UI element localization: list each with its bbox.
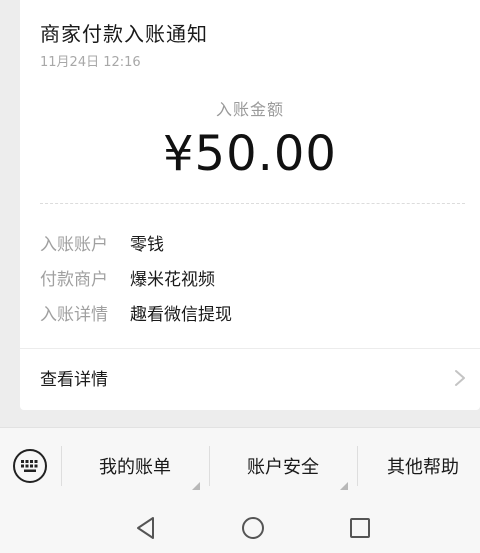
detail-row-description: 入账详情 趣看微信提现 bbox=[40, 299, 232, 325]
screen: 商家付款入账通知 11月24日 12:16 入账金额 ¥50.00 入账账户 零… bbox=[0, 0, 480, 553]
detail-key: 付款商户 bbox=[40, 269, 108, 290]
system-nav-bar bbox=[0, 503, 480, 553]
nav-recent-icon[interactable] bbox=[347, 515, 373, 541]
card-title: 商家付款入账通知 bbox=[40, 22, 208, 46]
dashed-divider bbox=[40, 203, 465, 204]
view-details-link[interactable]: 查看详情 bbox=[20, 349, 480, 407]
view-details-label: 查看详情 bbox=[40, 370, 108, 390]
card-timestamp: 11月24日 12:16 bbox=[40, 55, 141, 70]
amount-value: ¥50.00 bbox=[163, 126, 337, 182]
detail-key: 入账详情 bbox=[40, 304, 108, 325]
detail-row-account: 入账账户 零钱 bbox=[40, 229, 164, 255]
submenu-indicator-icon bbox=[340, 482, 348, 490]
bottom-menu-bar: 我的账单 账户安全 其他帮助 bbox=[0, 427, 480, 504]
detail-key: 入账账户 bbox=[40, 234, 108, 255]
menu-account-security[interactable]: 账户安全 bbox=[210, 428, 356, 504]
nav-home-icon[interactable] bbox=[240, 515, 266, 541]
chevron-right-icon bbox=[455, 370, 465, 386]
detail-value: 零钱 bbox=[130, 234, 164, 255]
keyboard-icon[interactable] bbox=[12, 448, 48, 484]
menu-label: 账户安全 bbox=[247, 457, 319, 478]
detail-row-merchant: 付款商户 爆米花视频 bbox=[40, 264, 215, 290]
payment-notification-card: 商家付款入账通知 11月24日 12:16 入账金额 ¥50.00 入账账户 零… bbox=[20, 0, 480, 410]
submenu-indicator-icon bbox=[192, 482, 200, 490]
menu-my-bills[interactable]: 我的账单 bbox=[62, 428, 208, 504]
amount-label: 入账金额 bbox=[215, 100, 284, 119]
menu-label: 其他帮助 bbox=[387, 457, 459, 478]
detail-value: 趣看微信提现 bbox=[130, 304, 232, 325]
nav-back-icon[interactable] bbox=[133, 515, 159, 541]
menu-label: 我的账单 bbox=[99, 457, 171, 478]
menu-other-help[interactable]: 其他帮助 bbox=[358, 428, 480, 504]
detail-value: 爆米花视频 bbox=[130, 269, 215, 290]
